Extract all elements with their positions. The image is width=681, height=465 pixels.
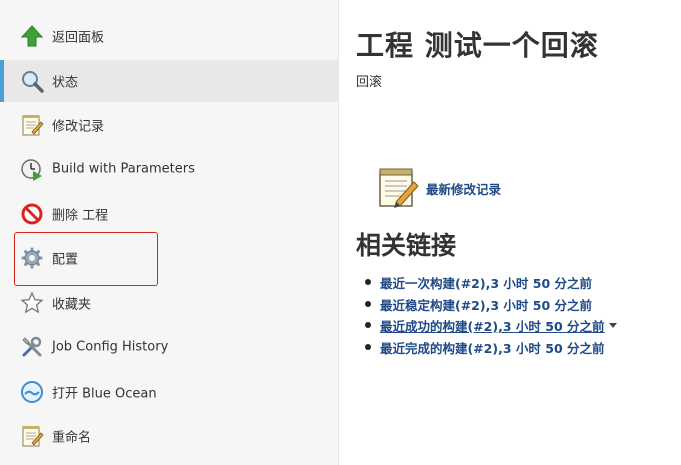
last-successful-build-link[interactable]: 最近成功的构建(#2),3 小时 50 分之前: [380, 319, 605, 334]
recent-changes: 最新修改记录: [376, 166, 501, 210]
list-item: 最近完成的构建(#2),3 小时 50 分之前: [365, 338, 617, 360]
list-item: 最近稳定构建(#2),3 小时 50 分之前: [365, 295, 617, 317]
notepad-icon: [379, 168, 419, 208]
dropdown-caret-icon[interactable]: [608, 323, 617, 328]
configure-highlight-box: [14, 232, 158, 286]
last-build-link[interactable]: 最近一次构建(#2),3 小时 50 分之前: [380, 276, 592, 291]
list-item: 最近成功的构建(#2),3 小时 50 分之前: [365, 316, 617, 338]
no-entry-icon: [21, 203, 43, 225]
sidebar-item-label: 修改记录: [52, 119, 105, 135]
sidebar-item-label: Job Config History: [52, 339, 169, 355]
star-icon: [20, 291, 44, 314]
sidebar-item-job-config-history[interactable]: Job Config History: [0, 326, 339, 368]
sidebar-item-favorite[interactable]: 收藏夹: [0, 282, 339, 324]
related-links-list: 最近一次构建(#2),3 小时 50 分之前 最近稳定构建(#2),3 小时 5…: [365, 273, 617, 360]
recent-changes-link[interactable]: 最新修改记录: [426, 179, 501, 198]
sidebar-item-open-blue-ocean[interactable]: 打开 Blue Ocean: [0, 371, 339, 413]
sidebar-item-delete-project[interactable]: 删除 工程: [0, 193, 339, 235]
sidebar-item-status[interactable]: 状态: [0, 60, 339, 102]
up-arrow-icon: [20, 25, 44, 47]
list-item: 最近一次构建(#2),3 小时 50 分之前: [365, 273, 617, 295]
sidebar-item-label: 收藏夹: [52, 297, 92, 313]
sidebar-item-build-with-parameters[interactable]: Build with Parameters: [0, 148, 339, 190]
project-description: 回滚: [356, 75, 383, 90]
tools-icon: [22, 336, 42, 357]
main-content: 工程 测试一个回滚 回滚 最新修改记录 相关链接 最近一次构建(#2),3 小时…: [340, 0, 681, 465]
magnifier-icon: [22, 71, 44, 93]
blue-ocean-icon: [21, 381, 43, 403]
sidebar-item-label: 状态: [52, 75, 79, 91]
sidebar-item-label: 删除 工程: [52, 208, 109, 224]
sidebar-item-rename[interactable]: 重命名: [0, 415, 339, 457]
page-title: 工程 测试一个回滚: [356, 29, 599, 62]
last-stable-build-link[interactable]: 最近稳定构建(#2),3 小时 50 分之前: [380, 298, 592, 313]
clock-play-icon: [21, 159, 42, 181]
sidebar-item-label: 重命名: [52, 430, 92, 446]
notepad-icon: [22, 115, 44, 136]
related-links-heading: 相关链接: [356, 231, 457, 260]
sidebar-item-label: Build with Parameters: [52, 161, 195, 177]
sidebar-item-changes[interactable]: 修改记录: [0, 104, 339, 146]
sidebar-item-back-to-dashboard[interactable]: 返回面板: [0, 15, 339, 57]
sidebar-item-label: 返回面板: [52, 30, 105, 46]
last-completed-build-link[interactable]: 最近完成的构建(#2),3 小时 50 分之前: [380, 341, 605, 356]
notepad-icon: [22, 426, 44, 447]
sidebar-item-label: 打开 Blue Ocean: [52, 386, 157, 402]
sidebar: 返回面板 状态 修改记录 Build with Parameters 删除 工程…: [0, 0, 339, 465]
